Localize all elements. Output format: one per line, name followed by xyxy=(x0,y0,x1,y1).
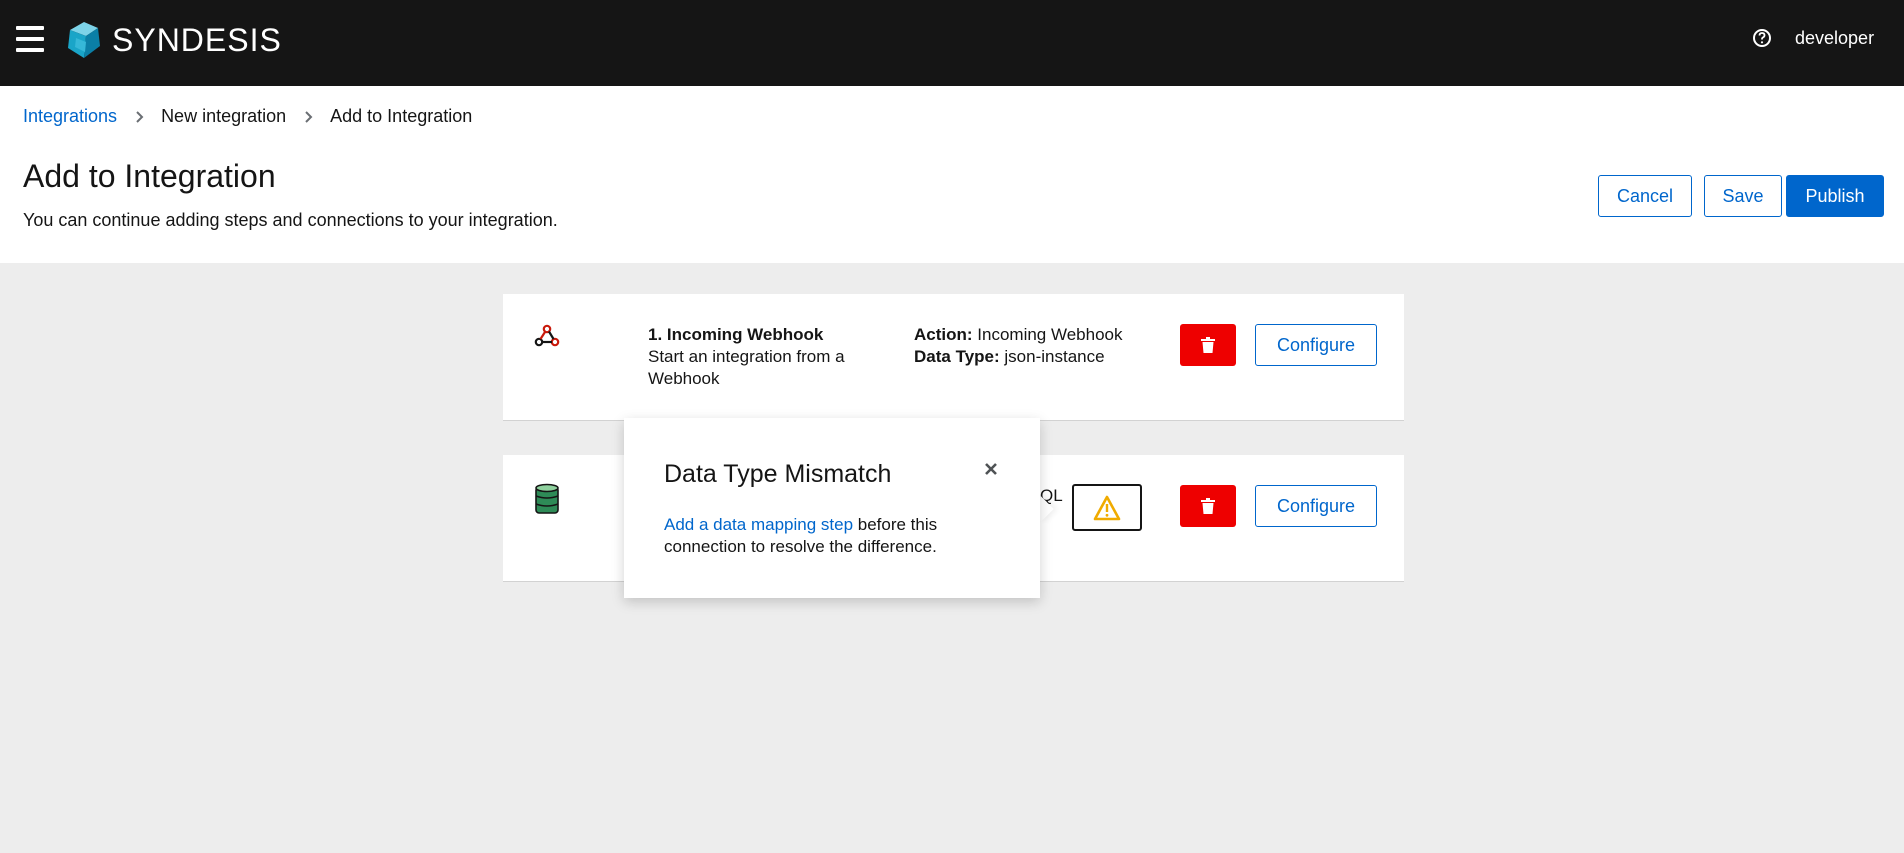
action-label: Action: xyxy=(914,325,973,344)
configure-button[interactable]: Configure xyxy=(1255,324,1377,366)
breadcrumb-current: Add to Integration xyxy=(330,106,473,126)
database-icon xyxy=(535,483,559,514)
datatype-value: json-instance xyxy=(1004,347,1105,366)
step-meta: Action: Incoming Webhook Data Type: json… xyxy=(914,324,1123,368)
step-card-webhook: 1. Incoming Webhook Start an integration… xyxy=(503,294,1404,421)
close-x-icon xyxy=(985,463,997,475)
save-button[interactable]: Save xyxy=(1704,175,1782,217)
chevron-right-icon xyxy=(136,110,144,123)
delete-step-button[interactable] xyxy=(1180,485,1236,527)
chevron-right-icon xyxy=(305,110,313,123)
help-circle-icon[interactable] xyxy=(1752,28,1772,48)
user-menu[interactable]: developer xyxy=(1795,28,1874,49)
brand-logo[interactable]: SYNDESIS xyxy=(66,20,282,60)
webhook-icon xyxy=(534,324,560,347)
delete-step-button[interactable] xyxy=(1180,324,1236,366)
warning-triangle-icon xyxy=(1093,495,1121,520)
publish-button[interactable]: Publish xyxy=(1786,175,1884,217)
trash-icon xyxy=(1201,498,1215,514)
popover-title: Data Type Mismatch xyxy=(664,460,892,488)
data-type-mismatch-popover: Data Type Mismatch Add a data mapping st… xyxy=(624,418,1040,598)
popover-body: Add a data mapping step before this conn… xyxy=(664,514,1004,558)
page-description: You can continue adding steps and connec… xyxy=(23,210,558,230)
data-mismatch-warning-button[interactable] xyxy=(1072,484,1142,531)
datatype-label: Data Type: xyxy=(914,347,1000,366)
hamburger-menu-icon[interactable] xyxy=(16,26,44,52)
add-data-mapping-link[interactable]: Add a data mapping step xyxy=(664,515,853,534)
action-value: Incoming Webhook xyxy=(977,325,1123,344)
close-icon[interactable] xyxy=(980,458,1002,480)
step-name: 1. Incoming Webhook Start an integration… xyxy=(648,324,878,390)
brand-name: SYNDESIS xyxy=(112,21,282,58)
breadcrumb-integrations[interactable]: Integrations xyxy=(23,106,117,127)
cancel-button[interactable]: Cancel xyxy=(1598,175,1692,217)
step-title: 1. Incoming Webhook xyxy=(648,325,824,344)
configure-button[interactable]: Configure xyxy=(1255,485,1377,527)
page-title: Add to Integration xyxy=(23,158,276,194)
syndesis-logo-icon xyxy=(68,22,100,58)
trash-icon xyxy=(1201,337,1215,353)
breadcrumb: Integrations New integration Add to Inte… xyxy=(23,106,472,127)
breadcrumb-new-integration: New integration xyxy=(161,106,287,126)
step-subtitle: Start an integration from a Webhook xyxy=(648,347,845,388)
masthead: SYNDESIS developer xyxy=(0,0,1904,86)
